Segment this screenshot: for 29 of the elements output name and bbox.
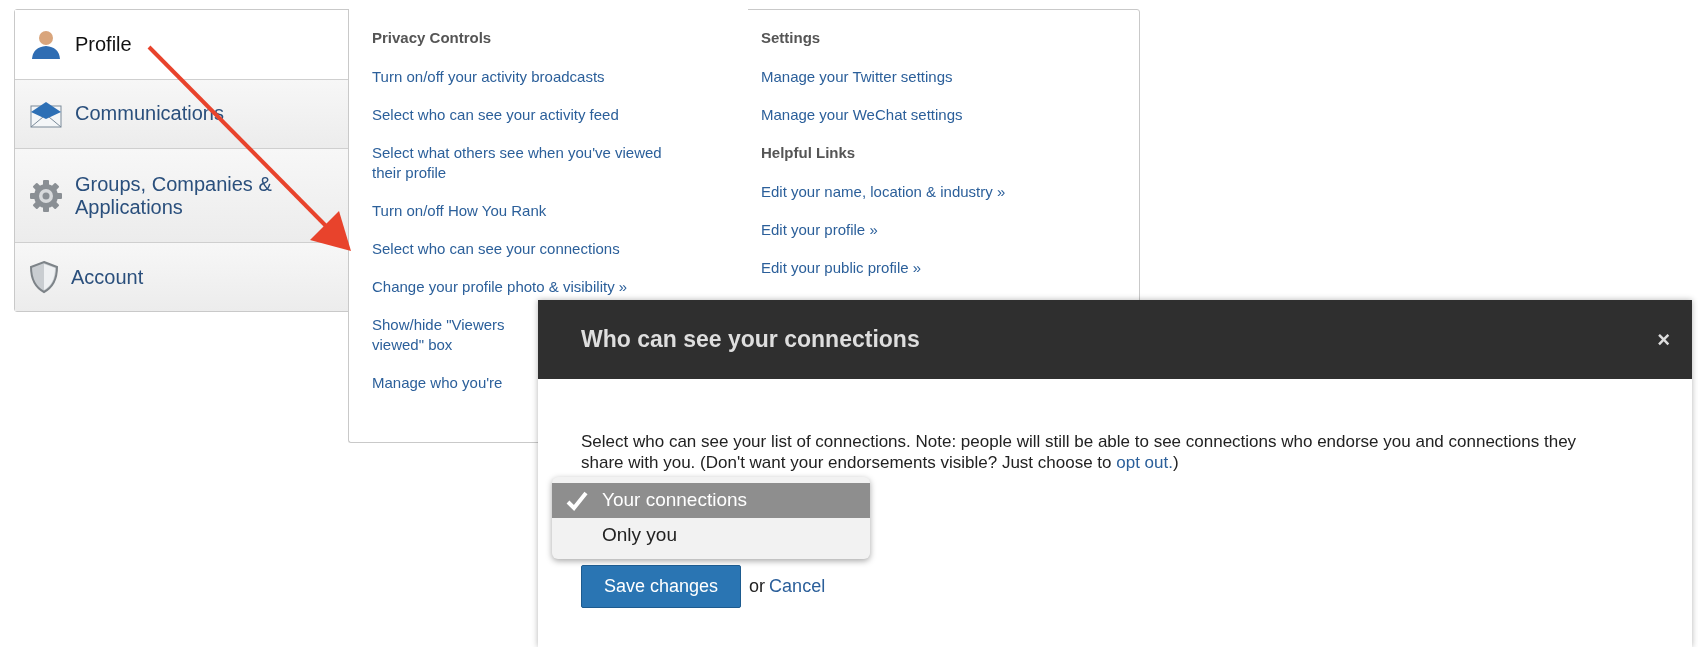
person-icon bbox=[29, 29, 63, 60]
settings-link[interactable]: Edit your public profile » bbox=[761, 258, 922, 278]
settings-link[interactable]: Edit your profile » bbox=[761, 220, 878, 240]
settings-link[interactable]: Change your profile photo & visibility » bbox=[372, 277, 628, 297]
or-text: or bbox=[749, 575, 766, 598]
nav-tab[interactable]: Account bbox=[15, 242, 350, 311]
section-heading: Helpful Links bbox=[761, 143, 857, 163]
shield-icon bbox=[29, 260, 59, 295]
dropdown-option[interactable]: Only you bbox=[552, 518, 870, 553]
settings-link[interactable]: Show/hide "Viewers viewed" box bbox=[372, 315, 505, 355]
dialog-description: Select who can see your list of connections. Note: people will still be able to see connections who endorse you and connections they share with you. (Don't want your endorsements visible? Just choose to opt out.) bbox=[581, 431, 1578, 473]
cancel-link[interactable]: Cancel bbox=[769, 573, 826, 600]
section-heading: Privacy Controls bbox=[372, 28, 493, 48]
gear-icon bbox=[29, 178, 63, 213]
nav-tab[interactable]: Groups, Companies & Applications bbox=[15, 148, 350, 243]
settings-link[interactable]: Turn on/off How You Rank bbox=[372, 201, 547, 221]
settings-link[interactable]: Select who can see your activity feed bbox=[372, 105, 619, 125]
settings-link[interactable]: Manage your WeChat settings bbox=[761, 105, 963, 125]
close-button[interactable]: × bbox=[1657, 328, 1670, 351]
settings-link[interactable]: Edit your name, location & industry » bbox=[761, 182, 1006, 202]
dialog-title: Who can see your connections bbox=[581, 325, 920, 355]
section-heading: Settings bbox=[761, 28, 822, 48]
opt-out-link[interactable]: opt out. bbox=[1116, 453, 1173, 472]
settings-link[interactable]: Manage who you're bbox=[372, 373, 503, 393]
settings-link[interactable]: Select what others see when you've viewed their profile bbox=[372, 143, 662, 183]
settings-link[interactable]: Turn on/off your activity broadcasts bbox=[372, 67, 605, 87]
settings-link[interactable]: Select who can see your connections bbox=[372, 239, 620, 259]
settings-link[interactable]: Manage your Twitter settings bbox=[761, 67, 953, 87]
save-button[interactable]: Save changes bbox=[581, 565, 742, 608]
